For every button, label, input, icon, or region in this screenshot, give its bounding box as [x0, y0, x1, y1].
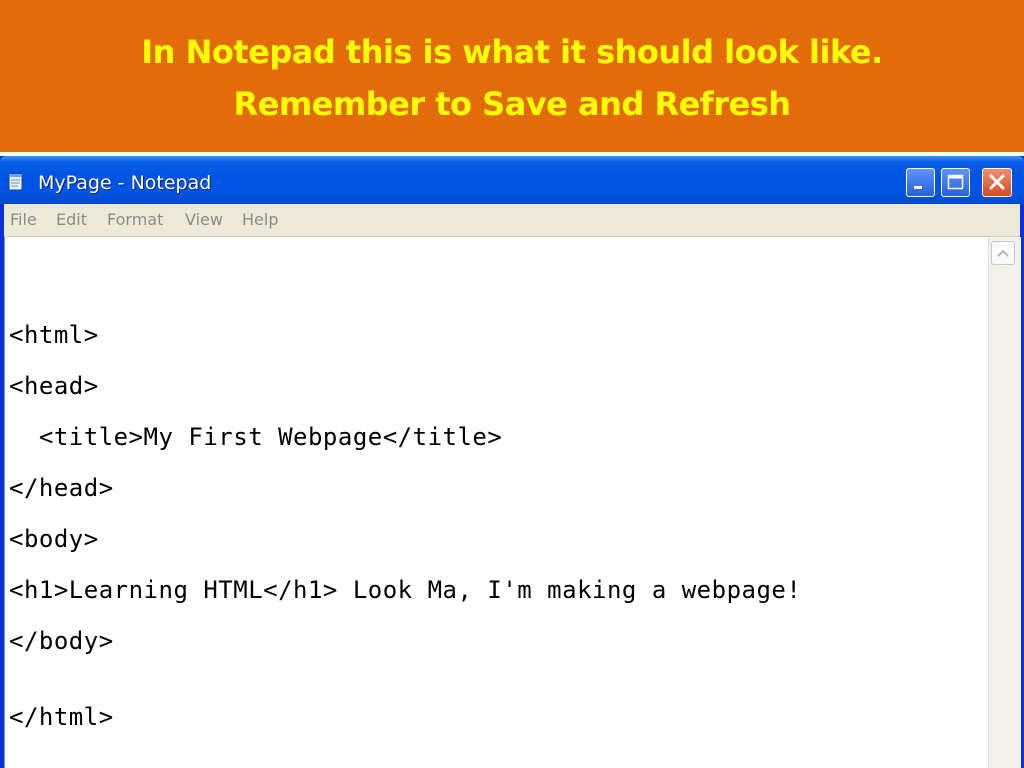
code-line: </body>	[9, 627, 114, 655]
close-icon	[989, 174, 1005, 190]
maximize-button[interactable]	[941, 168, 970, 197]
code-line: <title>My First Webpage</title>	[9, 423, 503, 451]
menu-view[interactable]: View	[185, 210, 223, 230]
minimize-button[interactable]	[906, 168, 935, 197]
slide-banner: In Notepad this is what it should look l…	[0, 0, 1024, 152]
code-line: </head>	[9, 474, 114, 502]
menu-format[interactable]: Format	[107, 210, 163, 230]
code-line: <head>	[9, 372, 99, 400]
maximize-icon	[947, 174, 964, 190]
menu-file[interactable]: File	[10, 210, 37, 230]
text-editor-area[interactable]: <html> <head> <title>My First Webpage</t…	[4, 237, 989, 768]
window-title: MyPage - Notepad	[38, 172, 212, 194]
banner-line-2: Remember to Save and Refresh	[233, 85, 791, 123]
title-bar[interactable]: MyPage - Notepad	[0, 156, 1024, 204]
menu-bar: File Edit Format View Help	[4, 204, 1020, 237]
notepad-window: MyPage - Notepad File Edit Format View H…	[0, 156, 1024, 768]
code-line: <body>	[9, 525, 99, 553]
code-line: </html>	[9, 703, 114, 731]
menu-edit[interactable]: Edit	[56, 210, 87, 230]
scroll-up-button[interactable]	[991, 241, 1015, 265]
menu-help[interactable]: Help	[242, 210, 278, 230]
minimize-icon	[914, 186, 922, 189]
banner-line-1: In Notepad this is what it should look l…	[141, 33, 883, 71]
vertical-scrollbar[interactable]	[988, 237, 1021, 768]
code-line: <h1>Learning HTML</h1> Look Ma, I'm maki…	[9, 576, 802, 604]
close-button[interactable]	[982, 168, 1012, 197]
code-line: <html>	[9, 321, 99, 349]
notepad-icon[interactable]	[6, 172, 26, 192]
chevron-up-icon	[997, 249, 1009, 257]
